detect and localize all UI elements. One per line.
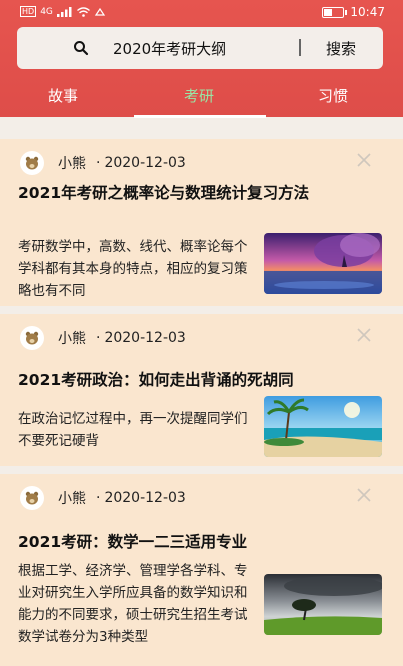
publish-date: 2020-12-03 <box>104 490 186 506</box>
meta-separator: · <box>96 330 101 346</box>
tab-stories[interactable]: 故事 <box>48 85 78 106</box>
purple-tree-sunset-image <box>264 233 382 294</box>
tab-kaoyan[interactable]: 考研 <box>184 85 214 106</box>
bear-icon <box>25 331 39 345</box>
signal-icon <box>56 6 72 17</box>
article-thumbnail[interactable] <box>264 574 382 635</box>
article-meta: 小熊 · 2020-12-03 <box>20 486 186 510</box>
stormy-tree-field-image <box>264 574 382 635</box>
article-title[interactable]: 2021考研政治：如何走出背诵的死胡同 <box>18 368 389 392</box>
battery-icon <box>322 6 348 18</box>
author-name: 小熊 <box>58 156 86 172</box>
author-name: 小熊 <box>58 491 86 507</box>
close-icon[interactable] <box>357 153 371 167</box>
article-summary: 根据工学、经济学、管理学各学科、专业对研究生入学所应具备的数学知识和能力的不同要… <box>18 563 248 645</box>
search-input[interactable]: 2020年考研大纲 <box>113 38 226 59</box>
tab-habits[interactable]: 习惯 <box>318 85 348 106</box>
author-name: 小熊 <box>58 331 86 347</box>
article-thumbnail[interactable] <box>264 396 382 457</box>
search-bar[interactable]: 2020年考研大纲 搜索 <box>17 27 383 69</box>
article-card[interactable]: 小熊 · 2020-12-03 2021考研政治：如何走出背诵的死胡同 在政治记… <box>0 314 403 466</box>
article-summary: 考研数学中，高数、线代、概率论每个学科都有其本身的特点，相应的复习策略也有不同 <box>18 239 248 299</box>
search-divider <box>299 39 301 56</box>
active-tab-indicator <box>134 115 266 118</box>
article-thumbnail[interactable] <box>264 233 382 294</box>
publish-date: 2020-12-03 <box>104 155 186 171</box>
article-meta: 小熊 · 2020-12-03 <box>20 326 186 350</box>
close-icon[interactable] <box>357 328 371 342</box>
article-meta: 小熊 · 2020-12-03 <box>20 151 186 175</box>
search-button[interactable]: 搜索 <box>326 38 356 59</box>
article-card[interactable]: 小熊 · 2020-12-03 2021考研：数学一二三适用专业 根据工学、经济… <box>0 474 403 666</box>
do-not-disturb-icon <box>94 7 106 16</box>
signal-strength-label: 4G <box>40 6 53 17</box>
bear-icon <box>25 156 39 170</box>
close-icon[interactable] <box>357 488 371 502</box>
article-card[interactable]: 小熊 · 2020-12-03 2021年考研之概率论与数理统计复习方法 考研数… <box>0 139 403 306</box>
status-right: 10:47 <box>322 5 385 19</box>
article-title[interactable]: 2021考研：数学一二三适用专业 <box>18 530 389 554</box>
status-time: 10:47 <box>350 5 385 19</box>
network-type-badge: HD <box>20 6 37 17</box>
tropical-beach-image <box>264 396 382 457</box>
article-title[interactable]: 2021年考研之概率论与数理统计复习方法 <box>18 181 389 205</box>
status-bar: HD 4G 10:47 <box>0 0 403 26</box>
avatar <box>20 326 44 350</box>
category-tabs: 故事 考研 习惯 <box>0 78 403 118</box>
app-header: HD 4G 10:47 2020年考研大纲 搜索 故事 考研 习惯 <box>0 0 403 118</box>
search-icon[interactable] <box>73 40 89 56</box>
bear-icon <box>25 491 39 505</box>
meta-separator: · <box>96 490 101 506</box>
avatar <box>20 151 44 175</box>
publish-date: 2020-12-03 <box>104 330 186 346</box>
wifi-icon <box>76 6 90 17</box>
article-summary: 在政治记忆过程中，再一次提醒同学们不要死记硬背 <box>18 411 248 449</box>
avatar <box>20 486 44 510</box>
meta-separator: · <box>96 155 101 171</box>
status-left: HD 4G <box>20 6 106 17</box>
